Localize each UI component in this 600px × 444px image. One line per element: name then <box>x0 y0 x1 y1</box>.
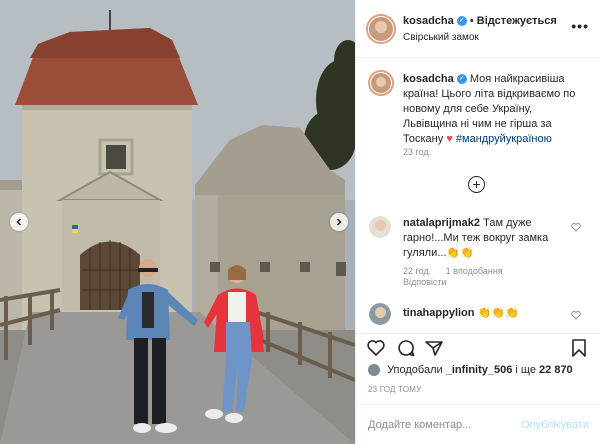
likes-summary: Уподобали _infinity_506 і ще 22 870 <box>368 364 573 377</box>
castle-photo-image <box>0 0 355 444</box>
likes-prefix: Уподобали <box>387 364 443 376</box>
post-location[interactable]: Свірський замок <box>403 32 479 43</box>
publish-button[interactable]: Опублікувати <box>521 419 589 431</box>
comment-icon[interactable] <box>396 338 416 358</box>
caption-author-avatar[interactable] <box>368 70 394 96</box>
comment-like-heart-icon[interactable] <box>571 310 581 320</box>
previous-photo-button[interactable] <box>10 213 28 231</box>
load-more-comments-button[interactable]: + <box>468 176 485 193</box>
comment-reply-row: Відповісти <box>403 277 447 287</box>
comment-username[interactable]: tinahappylion <box>403 307 475 319</box>
comment-likes[interactable]: 1 вподобання <box>446 266 503 276</box>
heart-icon[interactable] <box>366 338 386 358</box>
verified-badge-icon: ✓ <box>456 74 467 85</box>
verified-badge-icon: ✓ <box>456 16 467 27</box>
comment-time: 22 год. <box>403 266 432 276</box>
author-username[interactable]: kosadcha <box>403 15 454 27</box>
comment-text-block: tinahappylion 👏👏👏 <box>403 306 563 321</box>
red-heart-emoji: ♥ <box>446 133 453 145</box>
liker-username[interactable]: _infinity_506 <box>446 364 513 376</box>
post-header: kosadcha ✓ • Відстежується Свірський зам… <box>356 0 600 58</box>
post-caption: kosadcha ✓ Моя найкрасивіша країна! Цьог… <box>403 72 588 147</box>
commenter-avatar[interactable] <box>369 303 391 325</box>
commenter-avatar[interactable] <box>369 216 391 238</box>
comment-like-heart-icon[interactable] <box>571 222 581 232</box>
caption-time: 23 год. <box>403 147 432 157</box>
author-line: kosadcha ✓ • Відстежується <box>403 15 557 27</box>
comment-text: 👏👏👏 <box>477 307 519 319</box>
hashtag-link[interactable]: #мандруйукраїною <box>456 133 552 145</box>
chevron-right-icon <box>336 218 342 226</box>
caption-username[interactable]: kosadcha <box>403 73 454 85</box>
next-photo-button[interactable] <box>330 213 348 231</box>
post-photo[interactable] <box>0 0 355 444</box>
likes-mid: і ще <box>515 364 536 376</box>
liker-avatar <box>368 364 380 377</box>
comment-text-block: natalaprijmak2 Там дуже гарно!...Ми теж … <box>403 216 563 261</box>
bookmark-icon[interactable] <box>569 338 589 358</box>
comment-meta: 22 год. 1 вподобання <box>403 266 515 276</box>
follow-status-button[interactable]: Відстежується <box>477 15 557 27</box>
more-options-icon[interactable]: ••• <box>571 18 589 34</box>
likes-count[interactable]: 22 870 <box>539 364 573 376</box>
chevron-left-icon <box>16 218 22 226</box>
comment-username[interactable]: natalaprijmak2 <box>403 217 480 229</box>
comment-input[interactable] <box>368 415 518 435</box>
reply-button[interactable]: Відповісти <box>403 277 447 287</box>
add-comment-bar: Опублікувати <box>356 404 600 444</box>
share-icon[interactable] <box>424 338 444 358</box>
post-timestamp: 23 ГОД ТОМУ <box>368 385 422 394</box>
author-avatar[interactable] <box>366 14 396 44</box>
post-side-panel: kosadcha ✓ • Відстежується Свірський зам… <box>355 0 600 444</box>
